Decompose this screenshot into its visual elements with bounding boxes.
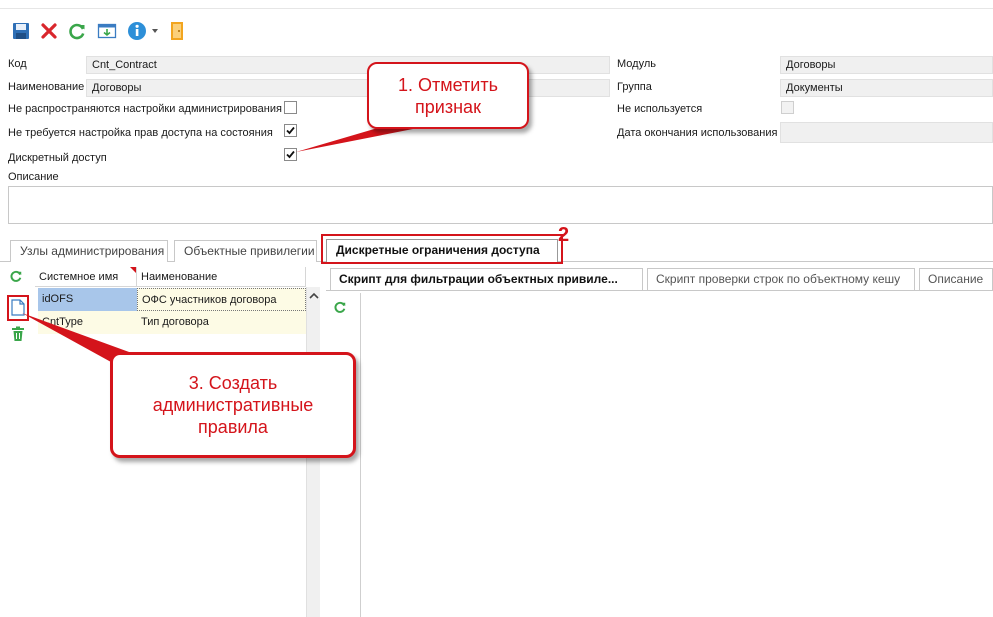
callout-1-line2: признак (415, 96, 481, 117)
callout-3-line1: 3. Создать (188, 373, 278, 393)
callout-1-line1: 1. Отметить (398, 74, 498, 95)
callout-3-line2: административные (152, 395, 314, 415)
callout-1: 1. Отметить признак (367, 62, 529, 129)
callout-3: 3. Создать административные правила (110, 352, 356, 458)
callout-3-line3: правила (198, 417, 268, 437)
